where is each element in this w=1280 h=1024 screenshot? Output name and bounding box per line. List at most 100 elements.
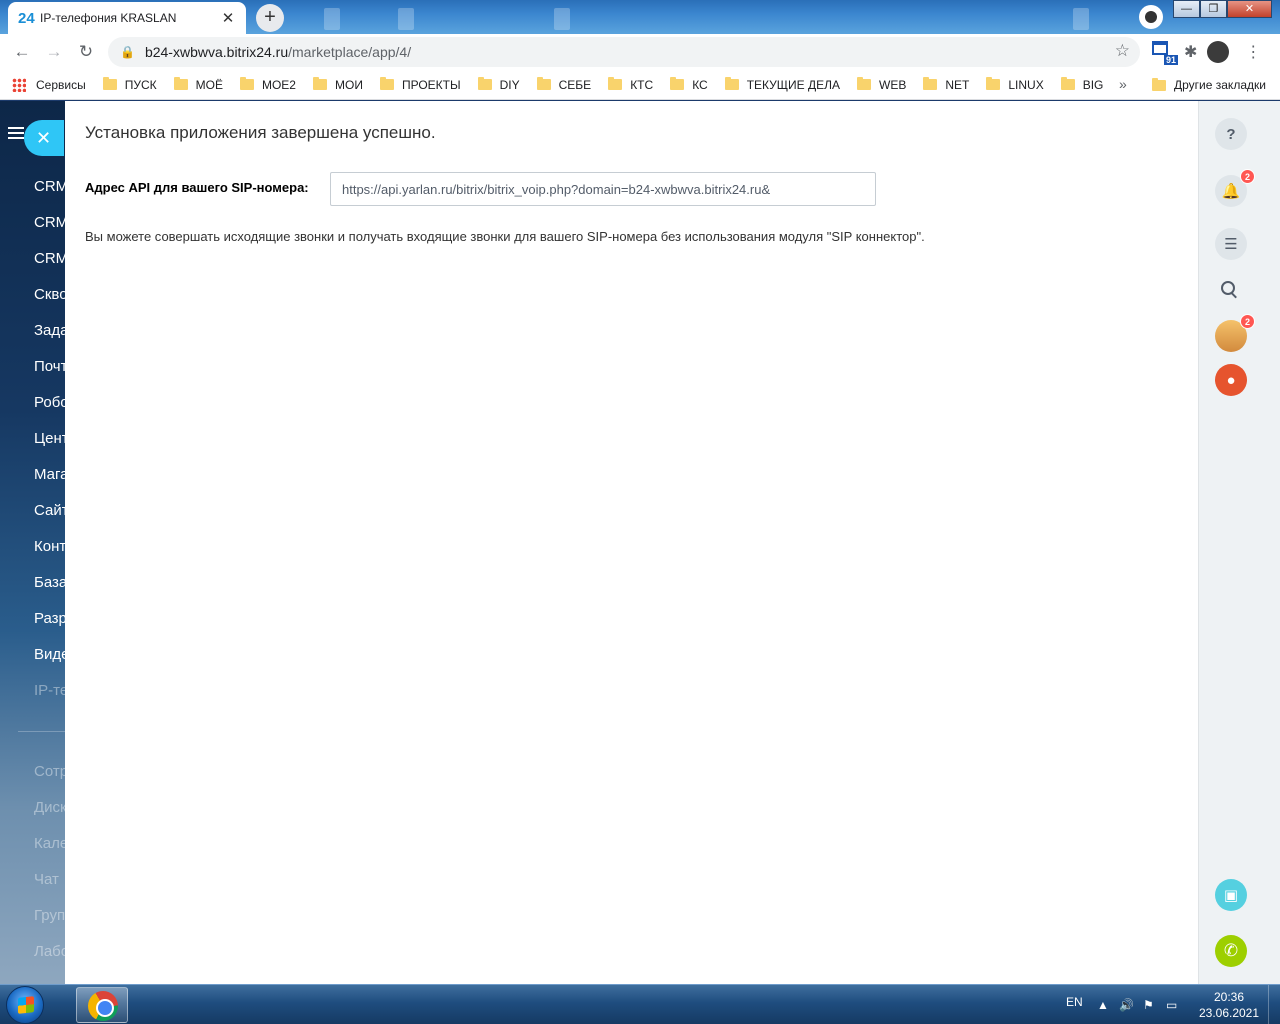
new-tab-button[interactable]: +	[256, 4, 284, 32]
phone-call-icon[interactable]: ✆	[1215, 935, 1247, 967]
network-icon[interactable]: ▭	[1166, 998, 1177, 1012]
bookmark-label: СЕБЕ	[558, 77, 592, 92]
folder-icon	[1152, 77, 1166, 91]
left-menu-item[interactable]: Виде	[34, 646, 65, 663]
left-menu-item[interactable]: Сотр	[34, 763, 65, 780]
left-menu-item[interactable]: Конт	[34, 538, 65, 555]
other-bookmarks-folder[interactable]: Другие закладки	[1152, 70, 1266, 100]
folder-icon	[857, 77, 872, 90]
left-menu-item[interactable]: Зада	[34, 322, 65, 339]
extensions-area: 91 ✱ ⋮	[1152, 34, 1261, 70]
tab-close-icon[interactable]: ✕	[220, 9, 236, 27]
bookmark-label: LINUX	[1008, 77, 1044, 92]
language-indicator[interactable]: EN	[1066, 995, 1083, 1009]
calendar-extension-icon[interactable]: 91	[1152, 41, 1178, 65]
left-menu-item[interactable]: CRM	[34, 178, 65, 195]
left-menu-item[interactable]: Кале	[34, 835, 65, 852]
tab-title: IP-телефония KRASLAN	[40, 11, 177, 25]
address-bar[interactable]: 🔒 b24-xwbwva.bitrix24.ru/marketplace/app…	[108, 37, 1140, 67]
folder-icon	[608, 77, 623, 90]
folder-icon	[477, 77, 492, 90]
bookmark-folder[interactable]: МОИ	[312, 77, 363, 92]
left-menu-item[interactable]: Цент	[34, 430, 65, 447]
slider-close-button[interactable]: ✕	[24, 120, 64, 156]
left-menu-item[interactable]: Груп	[34, 907, 65, 924]
phone-icon: ✆	[1223, 941, 1239, 960]
minimize-button[interactable]: —	[1173, 0, 1200, 18]
user-profile-icon[interactable]: ●	[1215, 364, 1247, 396]
bookmark-folder[interactable]: ТЕКУЩИЕ ДЕЛА	[724, 77, 841, 92]
bookmark-folder[interactable]: LINUX	[986, 77, 1044, 92]
desktop-file-icon	[324, 8, 340, 30]
bookmark-folder[interactable]: DIY	[477, 77, 520, 92]
left-menu-item[interactable]: База	[34, 574, 65, 591]
menu-hamburger-icon[interactable]	[8, 127, 24, 139]
bookmark-folder[interactable]: NET	[923, 77, 969, 92]
browser-menu-kebab-icon[interactable]: ⋮	[1245, 42, 1261, 62]
bookmark-apps[interactable]: Сервисы	[36, 78, 86, 92]
bookmark-folder[interactable]: КС	[670, 77, 708, 92]
window-close-button[interactable]: ✕	[1227, 0, 1272, 18]
person-icon: ●	[1226, 371, 1236, 389]
bookmark-folder[interactable]: СЕБЕ	[536, 77, 592, 92]
volume-icon[interactable]: 🔊	[1119, 998, 1134, 1012]
apps-grid-icon[interactable]	[12, 77, 26, 92]
notifications-bell-icon[interactable]: 🔔 2	[1215, 169, 1255, 207]
notifications-count-badge: 2	[1240, 169, 1255, 184]
bookmark-folder[interactable]: WEB	[857, 77, 906, 92]
reload-icon[interactable]: ↻	[70, 42, 102, 62]
api-address-label: Адрес API для вашего SIP-номера:	[85, 180, 309, 195]
left-menu-item[interactable]: Чат	[34, 871, 59, 888]
action-center-icon[interactable]: ⚑	[1143, 998, 1154, 1012]
back-arrow-icon[interactable]: ←	[6, 42, 38, 62]
bookmark-label: ТЕКУЩИЕ ДЕЛА	[746, 77, 841, 92]
folder-icon	[102, 77, 117, 90]
start-button[interactable]	[6, 986, 44, 1024]
folder-icon	[379, 77, 394, 90]
tab-search-icon[interactable]	[1139, 5, 1163, 29]
folder-icon	[670, 77, 685, 90]
bookmark-folder[interactable]: ПРОЕКТЫ	[379, 77, 461, 92]
help-glyph: ?	[1226, 125, 1236, 143]
taskbar-chrome-button[interactable]	[76, 987, 128, 1023]
bookmark-folder[interactable]: МОЕ2	[239, 77, 296, 92]
bookmark-star-icon[interactable]: ☆	[1115, 41, 1130, 61]
left-menu-item[interactable]: Робо	[34, 394, 65, 411]
folder-icon	[986, 77, 1001, 90]
left-menu-item[interactable]: CRM	[34, 250, 65, 267]
tray-expand-icon[interactable]: ▲	[1097, 998, 1109, 1012]
show-desktop-button[interactable]	[1268, 985, 1280, 1024]
bookmark-folder[interactable]: КТС	[608, 77, 654, 92]
browser-tab-active[interactable]: 24 IP-телефония KRASLAN ✕	[8, 2, 246, 34]
help-icon[interactable]: ?	[1215, 118, 1247, 150]
left-menu-item[interactable]: CRM	[34, 214, 65, 231]
left-menu-item[interactable]: Диск	[34, 799, 65, 816]
bookmarks-more-chevron-icon[interactable]: »	[1119, 76, 1127, 92]
bookmark-folder[interactable]: ПУСК	[102, 77, 157, 92]
maximize-button[interactable]: ❐	[1200, 0, 1227, 18]
chat-icon[interactable]: ☰	[1215, 228, 1247, 260]
open-lines-icon[interactable]: ▣	[1215, 879, 1247, 911]
api-address-field[interactable]	[330, 172, 876, 206]
bookmark-label: КТС	[630, 77, 654, 92]
left-menu-item[interactable]: Скво	[34, 286, 65, 303]
windows-taskbar: EN ▲ 🔊 ⚑ ▭ 20:36 23.06.2021	[0, 984, 1280, 1024]
forward-arrow-icon[interactable]: →	[38, 42, 70, 62]
bookmark-folder[interactable]: BIG	[1060, 77, 1103, 92]
left-menu-item[interactable]: IP-те	[34, 682, 65, 699]
left-menu-item[interactable]: Сайт	[34, 502, 65, 519]
clock[interactable]: 20:36 23.06.2021	[1196, 989, 1262, 1021]
left-menu-item[interactable]: Лабо	[34, 943, 65, 960]
extensions-puzzle-icon[interactable]: ✱	[1184, 42, 1197, 62]
folder-icon	[1060, 77, 1075, 90]
bookmark-label: DIY	[499, 77, 520, 92]
profile-avatar[interactable]	[1207, 41, 1230, 63]
left-menu-item[interactable]: Разр	[34, 610, 65, 627]
bitrix24-favicon-icon: 24	[18, 9, 35, 27]
left-menu-item[interactable]: Почт	[34, 358, 65, 375]
bookmark-folder[interactable]: МОЁ	[173, 77, 223, 92]
contact-avatar[interactable]: 2	[1215, 314, 1255, 352]
lock-icon[interactable]: 🔒	[120, 45, 135, 59]
search-icon[interactable]	[1221, 281, 1239, 299]
left-menu-item[interactable]: Мага	[34, 466, 65, 483]
